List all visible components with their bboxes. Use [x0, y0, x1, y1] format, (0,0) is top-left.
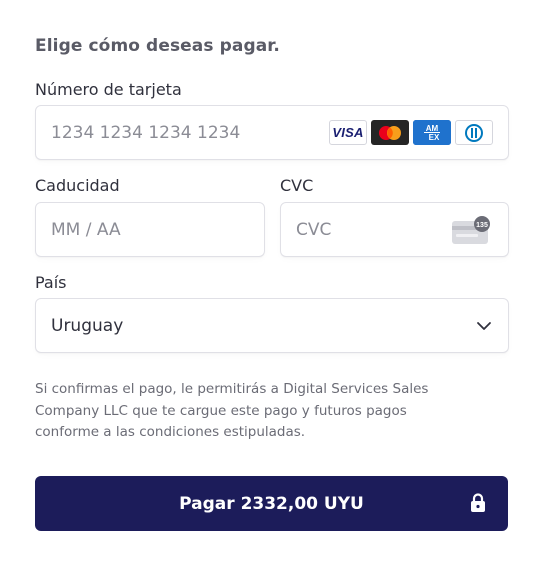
lock-icon — [471, 493, 485, 512]
card-number-label: Número de tarjeta — [35, 80, 182, 99]
svg-text:AM: AM — [426, 124, 439, 133]
expiry-field[interactable] — [35, 202, 265, 257]
country-label: País — [35, 273, 67, 292]
amex-icon: AM EX — [413, 120, 451, 145]
cvc-input[interactable] — [296, 203, 436, 256]
visa-text: VISA — [332, 125, 364, 140]
expiry-input[interactable] — [51, 203, 251, 256]
visa-icon: VISA — [329, 120, 367, 145]
country-selected-value: Uruguay — [51, 315, 124, 336]
pay-button[interactable]: Pagar 2332,00 UYU — [35, 476, 508, 531]
card-number-input[interactable] — [51, 106, 311, 159]
cvc-badge-text: 135 — [476, 222, 488, 229]
cvc-field[interactable]: 135 — [280, 202, 509, 257]
card-brands: VISA AM EX — [329, 120, 493, 145]
terms-text: Si confirmas el pago, le permitirás a Di… — [35, 381, 429, 440]
card-number-field[interactable]: VISA AM EX — [35, 105, 509, 160]
form-heading: Elige cómo deseas pagar. — [35, 36, 280, 56]
svg-text:EX: EX — [429, 133, 440, 142]
cvc-card-icon: 135 — [452, 216, 490, 244]
country-select[interactable]: Uruguay — [35, 298, 509, 353]
pay-button-label: Pagar 2332,00 UYU — [179, 493, 364, 514]
cvc-label: CVC — [280, 176, 314, 195]
diners-club-icon — [455, 120, 493, 145]
chevron-down-icon — [477, 322, 491, 330]
payment-form: Elige cómo deseas pagar. Número de tarje… — [0, 0, 539, 568]
expiry-label: Caducidad — [35, 176, 120, 195]
mastercard-icon — [371, 120, 409, 145]
